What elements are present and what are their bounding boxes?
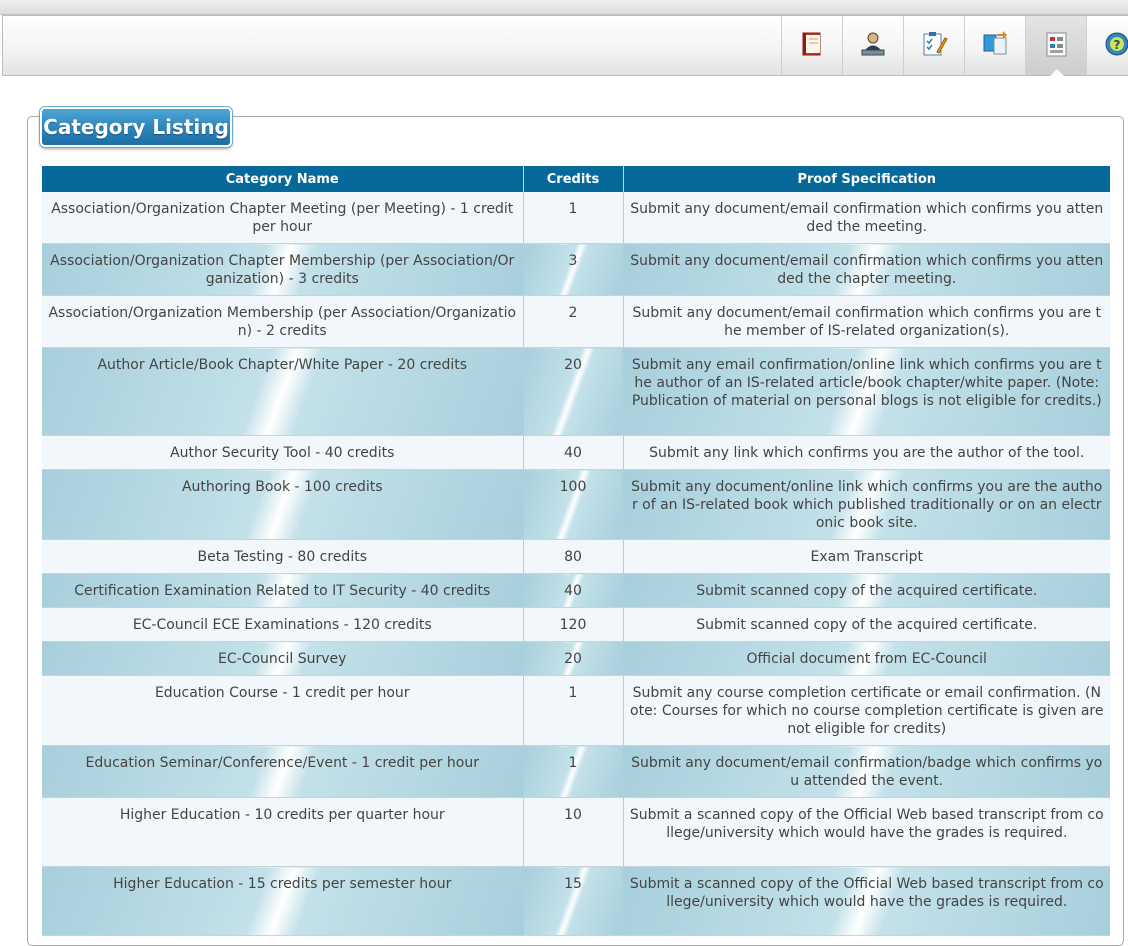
proof-specification-cell: Submit any document/online link which co… [623, 469, 1110, 540]
category-name-cell: EC-Council Survey [42, 641, 524, 676]
category-name-cell: Association/Organization Chapter Meeting… [42, 192, 524, 244]
proof-specification-cell: Submit scanned copy of the acquired cert… [623, 607, 1110, 642]
table-row: Beta Testing - 80 credits 80 Exam Transc… [42, 539, 1110, 574]
user-profile-button[interactable] [842, 16, 903, 75]
header-category-name: Category Name [42, 166, 524, 192]
toolbar: ? [2, 15, 1128, 76]
table-row: Author Security Tool - 40 credits 40 Sub… [42, 435, 1110, 470]
proof-specification-cell: Exam Transcript [623, 539, 1110, 574]
table-row: Certification Examination Related to IT … [42, 573, 1110, 608]
table-row: EC-Council Survey 20 Official document f… [42, 641, 1110, 676]
credits-cell: 20 [523, 641, 624, 676]
notebook-button[interactable] [781, 16, 842, 75]
category-name-cell: Education Seminar/Conference/Event - 1 c… [42, 745, 524, 798]
table-row: Education Course - 1 credit per hour 1 S… [42, 675, 1110, 746]
category-name-cell: Author Article/Book Chapter/White Paper … [42, 347, 524, 436]
credits-cell: 2 [523, 295, 624, 348]
table-row: Association/Organization Chapter Meeting… [42, 192, 1110, 244]
category-name-cell: EC-Council ECE Examinations - 120 credit… [42, 607, 524, 642]
table-row: Association/Organization Chapter Members… [42, 243, 1110, 296]
proof-specification-cell: Submit a scanned copy of the Official We… [623, 866, 1110, 936]
table-row: Authoring Book - 100 credits 100 Submit … [42, 469, 1110, 540]
help-icon: ? [1102, 30, 1128, 62]
category-name-cell: Beta Testing - 80 credits [42, 539, 524, 574]
proof-specification-cell: Submit scanned copy of the acquired cert… [623, 573, 1110, 608]
credits-cell: 80 [523, 539, 624, 574]
credits-cell: 40 [523, 435, 624, 470]
category-name-cell: Certification Examination Related to IT … [42, 573, 524, 608]
category-name-cell: Authoring Book - 100 credits [42, 469, 524, 540]
credits-cell: 15 [523, 866, 624, 936]
category-name-cell: Author Security Tool - 40 credits [42, 435, 524, 470]
svg-text:?: ? [1114, 38, 1121, 52]
credits-cell: 40 [523, 573, 624, 608]
proof-specification-cell: Submit any email confirmation/online lin… [623, 347, 1110, 436]
category-listing-button[interactable] [1025, 16, 1086, 76]
credits-cell: 1 [523, 675, 624, 746]
table-row: Higher Education - 10 credits per quarte… [42, 797, 1110, 867]
proof-specification-cell: Submit any link which confirms you are t… [623, 435, 1110, 470]
table-row: Higher Education - 15 credits per semest… [42, 866, 1110, 936]
table-header-row: Category Name Credits Proof Specificatio… [42, 166, 1110, 192]
header-proof-specification: Proof Specification [623, 166, 1110, 192]
document-transfer-icon [980, 30, 1010, 62]
notebook-icon [798, 30, 826, 62]
proof-specification-cell: Submit any document/email confirmation w… [623, 295, 1110, 348]
category-name-cell: Association/Organization Membership (per… [42, 295, 524, 348]
table-row: Author Article/Book Chapter/White Paper … [42, 347, 1110, 436]
credits-cell: 1 [523, 745, 624, 798]
checklist-button[interactable] [903, 16, 964, 75]
category-table: Category Name Credits Proof Specificatio… [42, 166, 1110, 936]
category-name-cell: Association/Organization Chapter Members… [42, 243, 524, 296]
credits-cell: 10 [523, 797, 624, 867]
checklist-pencil-icon [919, 30, 949, 62]
help-button[interactable]: ? [1086, 16, 1128, 75]
category-name-cell: Higher Education - 10 credits per quarte… [42, 797, 524, 867]
table-row: EC-Council ECE Examinations - 120 credit… [42, 607, 1110, 642]
credits-cell: 1 [523, 192, 624, 244]
credits-cell: 3 [523, 243, 624, 296]
proof-specification-cell: Submit any document/email confirmation w… [623, 243, 1110, 296]
proof-specification-cell: Submit any course completion certificate… [623, 675, 1110, 746]
window-top-strip [0, 0, 1128, 15]
proof-specification-cell: Submit any document/email confirmation/b… [623, 745, 1110, 798]
credits-cell: 20 [523, 347, 624, 436]
document-transfer-button[interactable] [964, 16, 1025, 75]
credits-cell: 120 [523, 607, 624, 642]
user-profile-icon [858, 30, 888, 62]
category-name-cell: Higher Education - 15 credits per semest… [42, 866, 524, 936]
proof-specification-cell: Submit a scanned copy of the Official We… [623, 797, 1110, 867]
section-title: Category Listing [40, 107, 232, 147]
category-name-cell: Education Course - 1 credit per hour [42, 675, 524, 746]
table-row: Education Seminar/Conference/Event - 1 c… [42, 745, 1110, 798]
category-listing-icon [1041, 30, 1071, 62]
header-credits: Credits [523, 166, 624, 192]
table-row: Association/Organization Membership (per… [42, 295, 1110, 348]
credits-cell: 100 [523, 469, 624, 540]
proof-specification-cell: Official document from EC-Council [623, 641, 1110, 676]
proof-specification-cell: Submit any document/email confirmation w… [623, 192, 1110, 244]
